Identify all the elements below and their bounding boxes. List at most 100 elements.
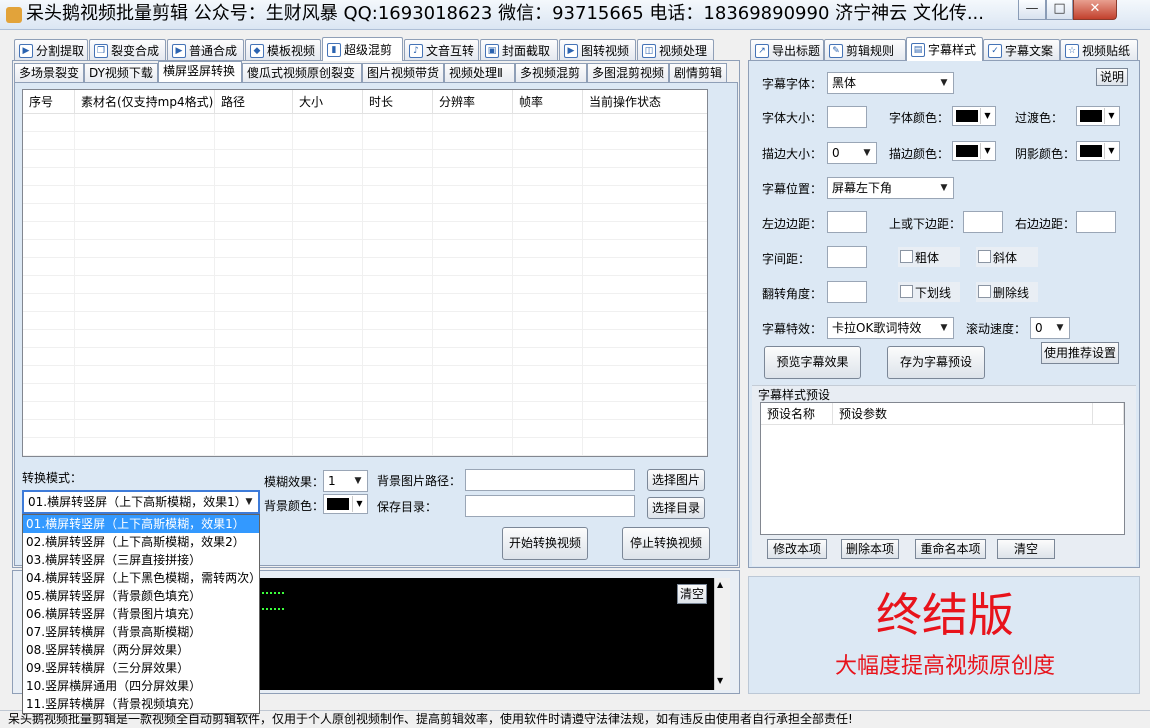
font-select[interactable]: 黑体 ▼ (827, 72, 954, 94)
column-header[interactable]: 路径 (215, 90, 293, 114)
spacing-input[interactable] (827, 246, 867, 268)
tab-right-3[interactable]: ▤ 字幕样式 (906, 37, 983, 61)
tab-main-6[interactable]: ♪ 文音互转 (404, 39, 479, 61)
rename-preset-button[interactable]: 重命名本项 (915, 539, 986, 559)
bgimg-path-input[interactable] (465, 469, 635, 491)
tab-main-8[interactable]: ▶ 图转视频 (559, 39, 636, 61)
speed-select[interactable]: 0 ▼ (1030, 317, 1070, 339)
vmargin-input[interactable] (963, 211, 1003, 233)
bold-checkbox[interactable] (900, 250, 913, 263)
scroll-up-icon[interactable]: ▲ (717, 580, 723, 589)
presets-column-header[interactable]: 预设名称 (761, 403, 833, 425)
effect-select[interactable]: 卡拉OK歌词特效 ▼ (827, 317, 954, 339)
tab-right-1[interactable]: ↗ 导出标题 (750, 39, 824, 61)
log-clear-button[interactable]: 清空 (677, 584, 707, 604)
close-button[interactable]: ✕ (1073, 0, 1117, 20)
mode-select[interactable]: 01.横屏转竖屏（上下高斯模糊，效果1） ▼ (22, 490, 260, 514)
save-preset-button[interactable]: 存为字幕预设 (887, 346, 985, 379)
left-margin-input[interactable] (827, 211, 867, 233)
mode-option[interactable]: 10.竖屏横屏通用（四分屏效果） (23, 677, 259, 695)
mode-option[interactable]: 03.横屏转竖屏（三屏直接拼接） (23, 551, 259, 569)
subtab-2[interactable]: DY视频下载 (84, 63, 158, 83)
tab-main-9[interactable]: ◫ 视频处理 (637, 39, 714, 61)
tab-label: 字幕文案 (1005, 44, 1054, 58)
strike-checkbox-row[interactable]: 删除线 (976, 282, 1038, 302)
mode-option[interactable]: 08.竖屏转横屏（两分屏效果） (23, 641, 259, 659)
tab-main-4[interactable]: ◆ 模板视频 (245, 39, 321, 61)
underline-checkbox-row[interactable]: 下划线 (898, 282, 960, 302)
color-swatch (1080, 110, 1102, 122)
log-scrollbar[interactable]: ▲ ▼ (714, 578, 730, 690)
modify-preset-button[interactable]: 修改本项 (767, 539, 827, 559)
delete-preset-button[interactable]: 删除本项 (841, 539, 899, 559)
mode-option[interactable]: 05.横屏转竖屏（背景颜色填充） (23, 587, 259, 605)
angle-input[interactable] (827, 281, 867, 303)
position-select[interactable]: 屏幕左下角 ▼ (827, 177, 954, 199)
column-header[interactable]: 时长 (363, 90, 433, 114)
tab-main-7[interactable]: ▣ 封面截取 (480, 39, 558, 61)
column-header[interactable]: 帧率 (513, 90, 583, 114)
column-header[interactable]: 素材名(仅支持mp4格式) (75, 90, 215, 114)
mode-option[interactable]: 01.横屏转竖屏（上下高斯模糊，效果1） (23, 515, 259, 533)
mode-option[interactable]: 04.横屏转竖屏（上下黑色模糊，需转两次） (23, 569, 259, 587)
subtab-3[interactable]: 横屏竖屏转换 (158, 61, 242, 82)
stroke-color-picker[interactable]: ▼ (952, 141, 996, 161)
mode-dropdown-list[interactable]: 01.横屏转竖屏（上下高斯模糊，效果1） 02.横屏转竖屏（上下高斯模糊，效果2）… (22, 514, 260, 714)
font-color-picker[interactable]: ▼ (952, 106, 996, 126)
blur-label: 模糊效果： (264, 475, 325, 489)
mode-option[interactable]: 06.横屏转竖屏（背景图片填充） (23, 605, 259, 623)
help-button[interactable]: 说明 (1096, 68, 1128, 86)
tab-main-3[interactable]: ▶ 普通合成 (167, 39, 244, 61)
mode-option[interactable]: 11.竖屏转横屏（背景视频填充） (23, 695, 259, 713)
strike-checkbox[interactable] (978, 285, 991, 298)
scroll-down-icon[interactable]: ▼ (717, 676, 723, 685)
column-header[interactable]: 当前操作状态 (583, 90, 707, 114)
subtab-8[interactable]: 多图混剪视频 (587, 63, 669, 83)
bgcolor-picker[interactable]: ▼ (323, 494, 368, 514)
subtab-1[interactable]: 多场景裂变 (14, 63, 84, 83)
tab-main-5[interactable]: ▮ 超级混剪 (322, 37, 403, 61)
preview-subtitle-button[interactable]: 预览字幕效果 (764, 346, 861, 379)
subtab-6[interactable]: 视频处理Ⅱ (444, 63, 515, 83)
tab-right-5[interactable]: ☆ 视频贴纸 (1060, 39, 1138, 61)
presets-column-header[interactable]: 预设参数 (833, 403, 1093, 425)
subtab-5[interactable]: 图片视频带货 (362, 63, 444, 83)
recommend-settings-button[interactable]: 使用推荐设置 (1041, 342, 1119, 364)
stroke-size-select[interactable]: 0 ▼ (827, 142, 877, 164)
maximize-button[interactable]: □ (1046, 0, 1073, 20)
column-header[interactable]: 分辨率 (433, 90, 513, 114)
stop-convert-button[interactable]: 停止转换视频 (622, 527, 710, 560)
mode-option[interactable]: 07.竖屏转横屏（背景高斯模糊） (23, 623, 259, 641)
tab-main-1[interactable]: ▶ 分割提取 (14, 39, 88, 61)
tab-right-2[interactable]: ✎ 剪辑规则 (824, 39, 906, 61)
column-header[interactable]: 大小 (293, 90, 363, 114)
select-image-button[interactable]: 选择图片 (647, 469, 705, 491)
underline-checkbox[interactable] (900, 285, 913, 298)
start-convert-button[interactable]: 开始转换视频 (502, 527, 588, 560)
save-dir-input[interactable] (465, 495, 635, 517)
column-header[interactable]: 序号 (23, 90, 75, 114)
bold-checkbox-row[interactable]: 粗体 (898, 247, 960, 267)
material-table[interactable]: 序号 素材名(仅支持mp4格式) 路径 大小 时长 分辨率 帧率 当前操作状态 (22, 89, 708, 457)
minimize-button[interactable]: — (1018, 0, 1046, 20)
transition-color-picker[interactable]: ▼ (1076, 106, 1120, 126)
subtab-7[interactable]: 多视频混剪 (515, 63, 587, 83)
right-margin-input[interactable] (1076, 211, 1116, 233)
clear-preset-button[interactable]: 清空 (997, 539, 1055, 559)
mode-option[interactable]: 09.竖屏转横屏（三分屏效果） (23, 659, 259, 677)
presets-table[interactable]: 预设名称 预设参数 (760, 402, 1125, 535)
font-size-input[interactable] (827, 106, 867, 128)
presets-column-header[interactable] (1093, 403, 1124, 425)
shadow-color-picker[interactable]: ▼ (1076, 141, 1120, 161)
log-progress-line (262, 592, 284, 594)
subtab-9[interactable]: 剧情剪辑 (669, 63, 727, 83)
italic-checkbox-row[interactable]: 斜体 (976, 247, 1038, 267)
subtab-4[interactable]: 傻瓜式视频原创裂变 (242, 63, 362, 83)
tab-icon: ☆ (1065, 43, 1079, 58)
blur-select[interactable]: 1 ▼ (323, 470, 368, 492)
select-dir-button[interactable]: 选择目录 (647, 497, 705, 519)
italic-checkbox[interactable] (978, 250, 991, 263)
mode-option[interactable]: 02.横屏转竖屏（上下高斯模糊，效果2） (23, 533, 259, 551)
tab-right-4[interactable]: ✓ 字幕文案 (983, 39, 1060, 61)
tab-main-2[interactable]: ❐ 裂变合成 (89, 39, 166, 61)
